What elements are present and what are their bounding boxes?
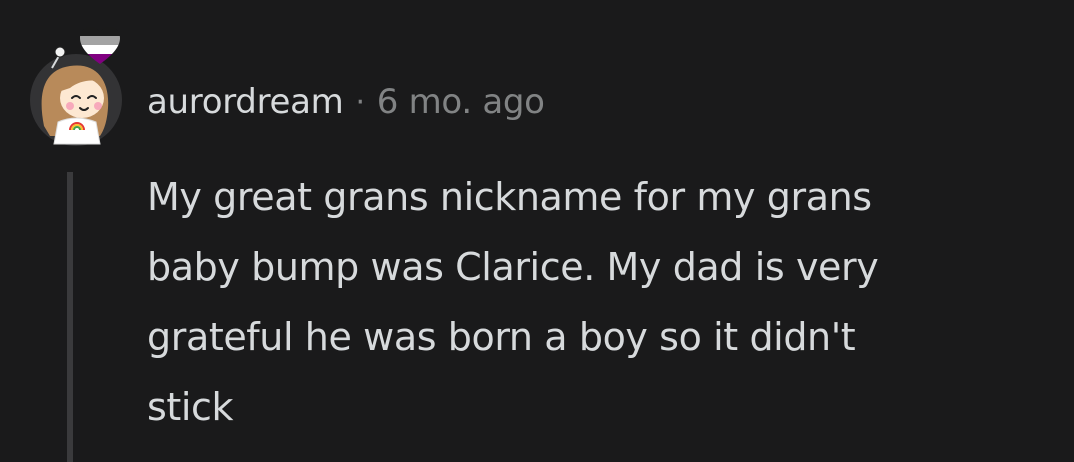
timestamp[interactable]: 6 mo. ago [377, 82, 545, 122]
comment-meta: aurordream · 6 mo. ago [147, 80, 545, 124]
meta-separator: · [355, 84, 366, 120]
ace-heart-flair-icon [80, 27, 120, 64]
user-avatar[interactable] [30, 26, 126, 146]
thread-collapse-line[interactable] [67, 172, 73, 462]
username-link[interactable]: aurordream [147, 82, 344, 122]
comment: aurordream · 6 mo. ago My great grans ni… [0, 0, 1074, 462]
comment-body: My great grans nickname for my grans bab… [147, 175, 879, 429]
